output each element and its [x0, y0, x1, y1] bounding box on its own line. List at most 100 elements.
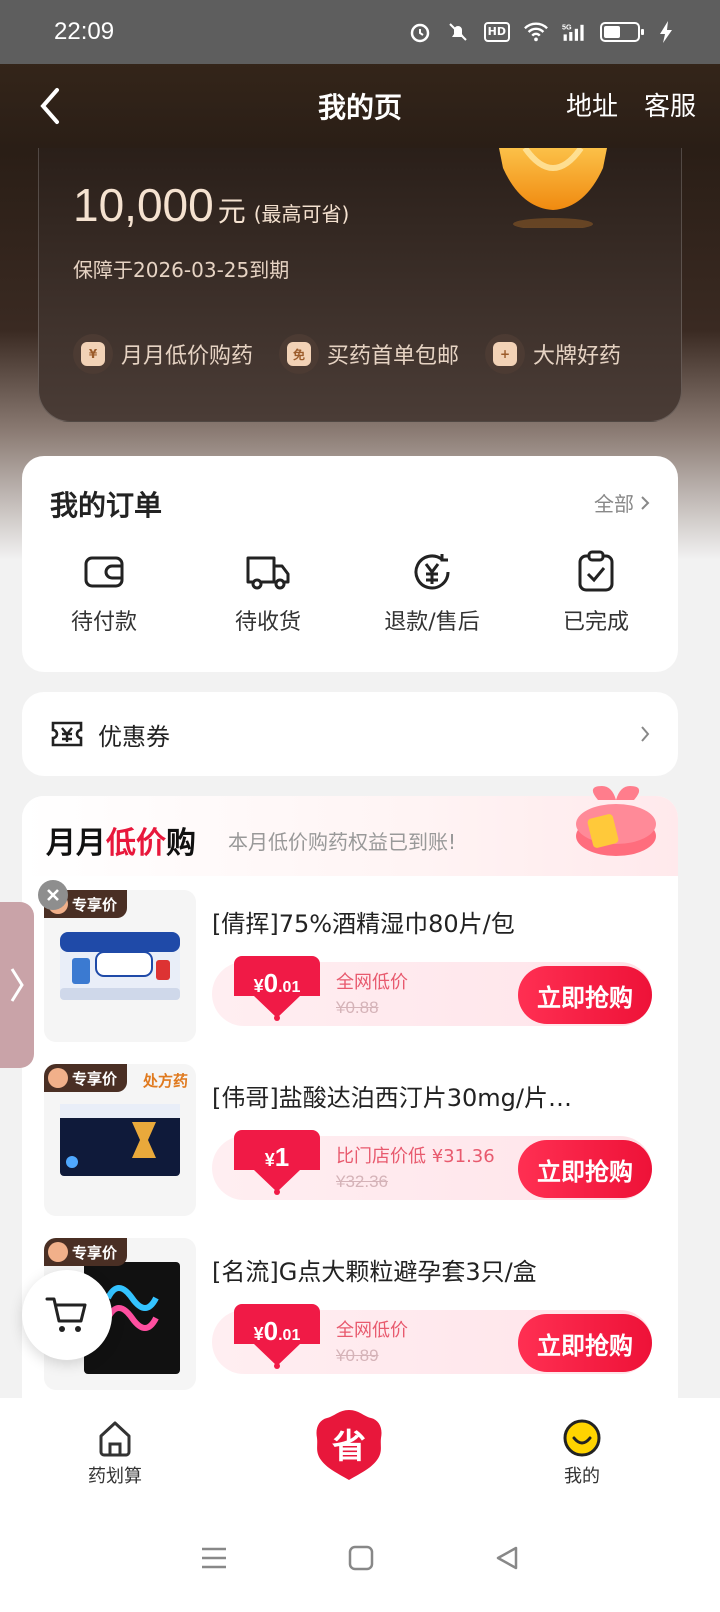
order-pending-receipt[interactable]: 待收货 [186, 550, 350, 636]
perk-label: 大牌好药 [533, 344, 622, 369]
order-completed[interactable]: 已完成 [514, 550, 678, 636]
wifi-icon [524, 20, 548, 44]
wallet-icon [84, 556, 124, 588]
cart-icon [45, 1297, 87, 1332]
product-name[interactable]: [伟哥]盐酸达泊西汀片30mg/片… [212, 1078, 642, 1113]
close-button[interactable] [38, 880, 68, 910]
gift-box-icon [568, 780, 664, 860]
product-card[interactable]: 专享价 处方药 [伟哥]盐酸达泊西汀片30mg/片… ¥1 比门店价低 ¥31.… [44, 1064, 678, 1228]
coupon-label: 优惠券 [98, 722, 170, 751]
order-label: 退款/售后 [384, 610, 480, 635]
order-label: 待付款 [70, 610, 137, 635]
product-card[interactable]: 专享价 [倩挥]75%酒精湿巾80片/包 ¥0.01 全网低价 ¥0.88 立即… [44, 890, 678, 1054]
amount-value: 10,000 [73, 179, 214, 231]
monthly-subtitle: 本月低价购药权益已到账! [228, 830, 457, 854]
back-button[interactable] [28, 84, 72, 128]
bottom-tab-bar: 药划算 省 我的 [0, 1398, 720, 1504]
menu-icon[interactable] [200, 1546, 228, 1570]
free-shipping-icon: 免 [279, 334, 320, 374]
monthly-title: 月月低价购 [46, 826, 196, 861]
status-icons: HD 5G [408, 20, 678, 44]
tab-save[interactable]: 省 [314, 1408, 384, 1482]
original-price: ¥0.88 [336, 998, 379, 1017]
tab-home[interactable]: 药划算 [88, 1418, 142, 1488]
order-pending-payment[interactable]: 待付款 [22, 550, 186, 636]
back-triangle-icon[interactable] [494, 1545, 520, 1571]
coupon-row[interactable]: 优惠券 [22, 692, 678, 776]
product-name[interactable]: [倩挥]75%酒精湿巾80片/包 [212, 904, 642, 939]
price-bar: ¥0.01 全网低价 ¥0.88 立即抢购 [212, 956, 652, 1026]
truck-icon [246, 556, 290, 590]
gem-illustration [485, 148, 621, 230]
save-icon: 省 [316, 1410, 382, 1480]
perk-label: 月月低价购药 [121, 344, 254, 369]
side-drawer-tab[interactable] [0, 902, 34, 1068]
product-image[interactable]: 专享价 处方药 [44, 1064, 196, 1216]
close-icon [47, 889, 59, 901]
price-badge: ¥1 [234, 1130, 320, 1196]
price-description: 全网低价 [336, 1320, 408, 1341]
address-link[interactable]: 地址 [566, 86, 618, 123]
tab-mine[interactable]: 我的 [562, 1418, 602, 1488]
page-title: 我的页 [317, 91, 402, 124]
nav-header: 我的页 地址 客服 [0, 64, 720, 148]
charging-icon [654, 20, 678, 44]
price-badge: ¥0.01 [234, 956, 320, 1022]
expire-text: 保障于2026-03-25到期 [73, 258, 290, 282]
original-price: ¥32.36 [336, 1172, 388, 1191]
chevron-right-icon [641, 495, 650, 510]
orders-all-label: 全部 [594, 492, 634, 516]
tab-label: 药划算 [88, 1466, 142, 1487]
svg-text:5G: 5G [562, 23, 572, 32]
hd-icon: HD [483, 22, 510, 42]
medicine-bag-icon: + [485, 334, 526, 374]
product-name[interactable]: [名流]G点大颗粒避孕套3只/盒 [212, 1252, 642, 1287]
mute-icon [446, 20, 470, 44]
chevron-right-icon [10, 968, 24, 1002]
orders-card: 我的订单 全部 待付款 待收货 退款/售后 已完成 [22, 456, 678, 672]
tab-label: 我的 [564, 1466, 600, 1487]
order-label: 待收货 [234, 610, 301, 635]
clipboard-check-icon [578, 550, 614, 592]
battery-icon [600, 22, 644, 42]
buy-now-button[interactable]: 立即抢购 [518, 1140, 652, 1198]
signal-icon: 5G [562, 20, 586, 44]
home-icon [99, 1421, 131, 1457]
perk-item: ¥ 月月低价购药 [73, 334, 253, 374]
chevron-right-icon [641, 726, 650, 742]
amount-note: (最高可省) [253, 202, 350, 226]
chevron-left-icon [40, 88, 59, 124]
perks-row: ¥ 月月低价购药 免 买药首单包邮 + 大牌好药 [73, 334, 621, 374]
alarm-icon [408, 20, 432, 44]
prescription-tag: 处方药 [142, 1072, 188, 1090]
savings-card: 10,000 元 (最高可省) 保障于2026-03-25到期 ¥ 月月低价购药… [38, 148, 682, 422]
buy-now-button[interactable]: 立即抢购 [518, 966, 652, 1024]
cart-button[interactable] [22, 1270, 112, 1360]
price-bar: ¥0.01 全网低价 ¥0.89 立即抢购 [212, 1304, 652, 1374]
order-label: 已完成 [562, 610, 629, 635]
buy-now-button[interactable]: 立即抢购 [518, 1314, 652, 1372]
perk-label: 买药首单包邮 [327, 344, 460, 369]
price-badge: ¥0.01 [234, 1304, 320, 1370]
customer-service-link[interactable]: 客服 [644, 86, 696, 123]
exclusive-price-tag: 专享价 [44, 1064, 128, 1092]
order-refund[interactable]: 退款/售后 [350, 550, 514, 636]
price-description: 全网低价 [336, 972, 408, 993]
product-image[interactable]: 专享价 [44, 890, 196, 1042]
exclusive-price-tag: 专享价 [44, 1238, 128, 1266]
product-card[interactable]: 专享价 [名流]G点大颗粒避孕套3只/盒 ¥0.01 全网低价 ¥0.89 立即… [44, 1238, 678, 1402]
refund-icon [414, 554, 450, 590]
home-square-icon[interactable] [348, 1545, 374, 1571]
orders-all-link[interactable]: 全部 [594, 488, 650, 517]
amount-unit: 元 [217, 195, 246, 228]
svg-text:省: 省 [332, 1427, 366, 1467]
price-bar: ¥1 比门店价低 ¥31.36 ¥32.36 立即抢购 [212, 1130, 652, 1200]
orders-title: 我的订单 [50, 489, 163, 522]
system-nav-bar [0, 1504, 720, 1612]
status-bar: 22:09 HD 5G [0, 0, 720, 64]
monthly-header: 月月低价购 本月低价购药权益已到账! [22, 786, 678, 876]
yen-bag-icon: ¥ [73, 334, 113, 374]
status-time: 22:09 [54, 18, 115, 45]
savings-amount: 10,000 元 (最高可省) [73, 178, 349, 232]
price-description: 比门店价低 ¥31.36 [336, 1146, 495, 1167]
